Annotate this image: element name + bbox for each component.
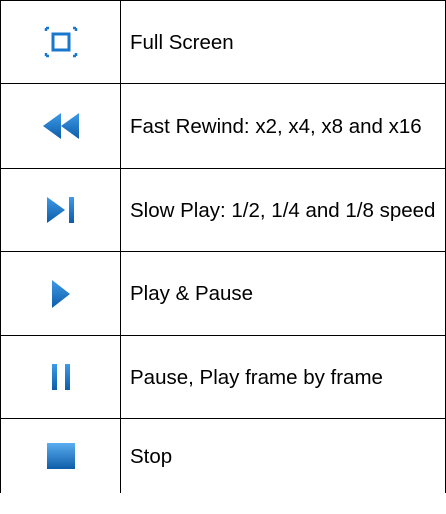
table-row: Fast Rewind: x2, x4, x8 and x16 [0, 83, 446, 169]
fullscreen-icon [44, 26, 77, 58]
control-label: Slow Play: 1/2, 1/4 and 1/8 speed [120, 168, 446, 252]
table-row: Pause, Play frame by frame [0, 335, 446, 419]
icon-cell [0, 418, 121, 493]
control-label: Pause, Play frame by frame [120, 335, 446, 419]
pause-icon [51, 364, 70, 390]
icon-cell [0, 335, 121, 419]
control-label: Fast Rewind: x2, x4, x8 and x16 [120, 83, 446, 169]
play-icon [51, 279, 70, 308]
control-label: Stop [120, 418, 446, 493]
slow-play-icon [46, 197, 74, 223]
table-row: Stop [0, 418, 446, 493]
table-row: Play & Pause [0, 251, 446, 336]
playback-controls-table: Full Screen Fast Rewind: x2, x4, x8 and … [0, 0, 446, 493]
fast-rewind-icon [42, 113, 79, 139]
icon-cell [0, 0, 121, 84]
icon-cell [0, 251, 121, 336]
icon-cell [0, 168, 121, 252]
control-label: Full Screen [120, 0, 446, 84]
table-row: Slow Play: 1/2, 1/4 and 1/8 speed [0, 168, 446, 252]
stop-icon [46, 443, 75, 469]
icon-cell [0, 83, 121, 169]
table-row: Full Screen [0, 0, 446, 84]
control-label: Play & Pause [120, 251, 446, 336]
